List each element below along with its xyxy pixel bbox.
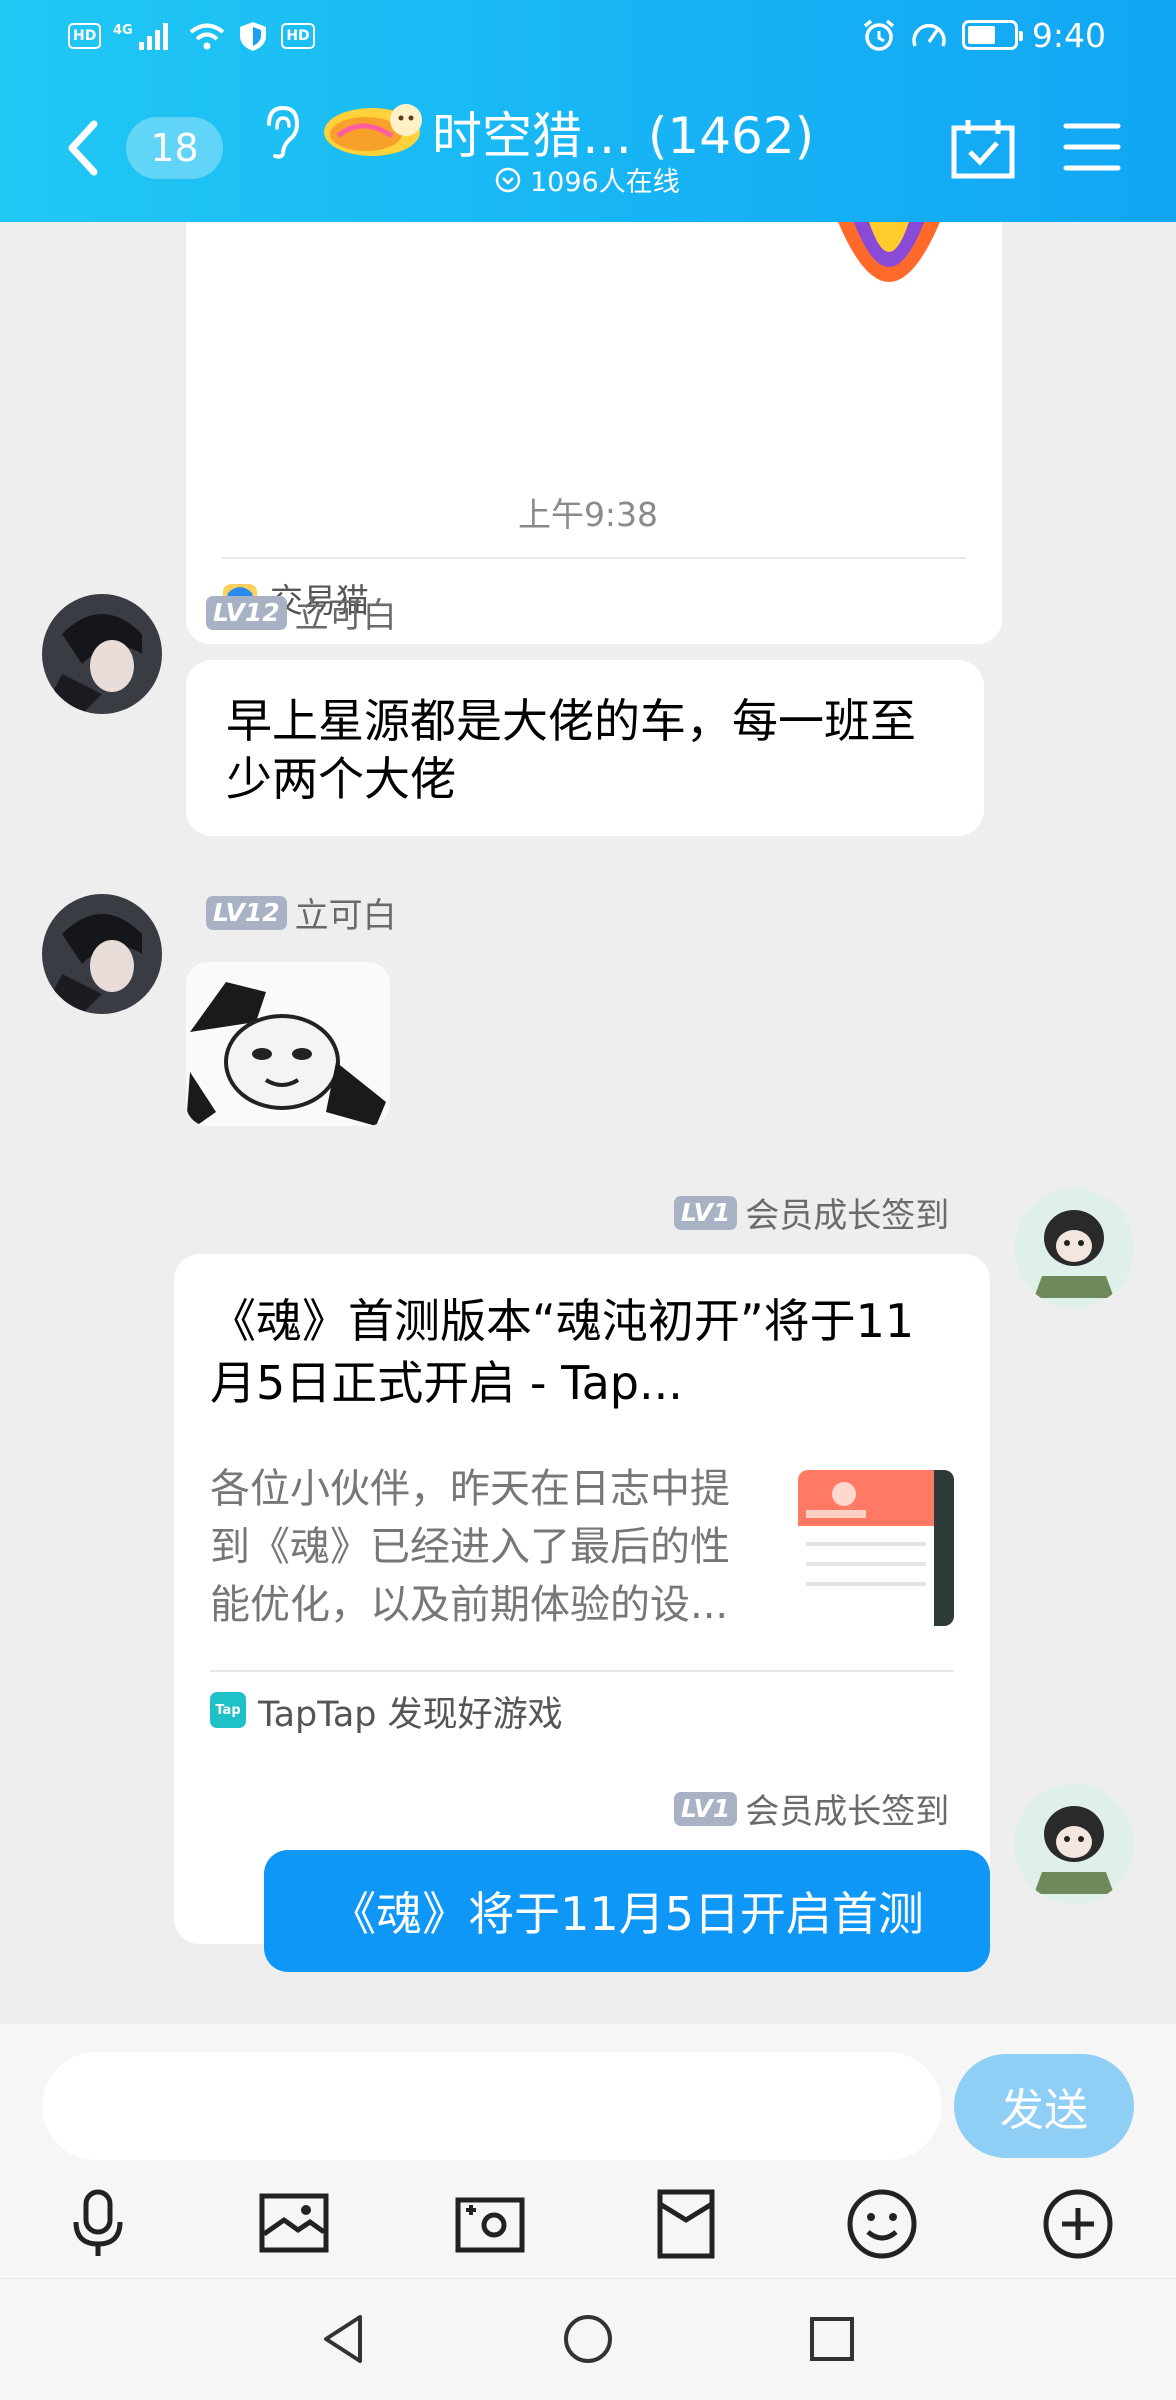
online-status[interactable]: 1096人在线 — [494, 160, 680, 199]
avatar-image — [1014, 1188, 1134, 1308]
battery-icon — [961, 20, 1023, 50]
avatar[interactable] — [42, 894, 162, 1014]
level-badge: LV12 — [206, 895, 287, 930]
chat-messages[interactable]: 交易猫 上午9:38 LV12 立可白 早上星源都是大佬的车，每一班至少两个大佬… — [0, 222, 1176, 2024]
level-badge: LV12 — [206, 595, 287, 630]
calendar-check-icon[interactable] — [950, 118, 1016, 180]
self-message-bubble[interactable]: 《魂》将于11月5日开启首测 — [264, 1850, 990, 1972]
nav-home-icon[interactable] — [558, 2309, 618, 2369]
link-source-label: TapTap 发现好游戏 — [258, 1695, 563, 1735]
image-icon[interactable] — [254, 2184, 334, 2264]
app-badge: HD — [281, 23, 315, 49]
link-description: 各位小伙伴，昨天在日志中提到《魂》已经进入了最后的性能优化，以及前期体验的设..… — [210, 1466, 730, 1628]
sender-info: LV12 立可白 — [206, 588, 397, 637]
status-time: 9:40 — [1031, 15, 1106, 55]
thumbnail-image — [798, 1470, 954, 1626]
avatar-image — [42, 894, 162, 1014]
signal-icon: 4G — [113, 23, 169, 50]
status-right: 9:40 — [862, 15, 1106, 55]
time-divider: 上午9:38 — [517, 495, 659, 534]
mic-icon[interactable] — [58, 2184, 138, 2264]
hd-badge: HD — [68, 23, 102, 49]
camera-icon[interactable] — [450, 2184, 530, 2264]
ear-icon[interactable] — [261, 104, 301, 160]
message-bubble[interactable]: 早上星源都是大佬的车，每一班至少两个大佬 — [186, 660, 984, 836]
status-bar: HD 4G HD 9:40 — [0, 0, 1176, 70]
sender-name[interactable]: 会员成长签到 — [745, 1188, 949, 1237]
level-badge: LV1 — [674, 1195, 738, 1230]
shared-card-trade-cat[interactable]: 交易猫 — [186, 222, 1002, 644]
avatar-image — [1014, 1784, 1134, 1904]
sender-name[interactable]: 立可白 — [295, 588, 397, 637]
avatar[interactable] — [1014, 1784, 1134, 1904]
avatar[interactable] — [42, 594, 162, 714]
sender-name[interactable]: 立可白 — [295, 888, 397, 937]
plus-icon[interactable] — [1038, 2184, 1118, 2264]
nav-recents-icon[interactable] — [802, 2309, 862, 2369]
send-button[interactable]: 发送 — [954, 2054, 1134, 2158]
group-avatar-logo — [324, 104, 422, 156]
shield-icon — [240, 22, 267, 51]
sender-info: LV1 会员成长签到 — [674, 1784, 949, 1833]
back-icon[interactable] — [60, 118, 110, 178]
unread-count-badge[interactable]: 18 — [126, 117, 223, 179]
link-title: 《魂》首测版本“魂沌初开”将于11月5日正式开启 - Tap... — [210, 1294, 915, 1410]
system-navigation-bar — [0, 2278, 1176, 2400]
speed-gauge-icon — [912, 23, 946, 47]
taptap-icon: Tap — [210, 1692, 246, 1728]
sender-name[interactable]: 会员成长签到 — [745, 1784, 949, 1833]
red-packet-icon[interactable] — [646, 2184, 726, 2264]
input-toolbar — [0, 2184, 1176, 2270]
network-type-label: 4G — [113, 23, 133, 38]
link-thumbnail — [798, 1470, 954, 1626]
wifi-icon — [190, 23, 225, 50]
input-bar: 发送 — [0, 2024, 1176, 2278]
link-share-card[interactable]: 《魂》首测版本“魂沌初开”将于11月5日正式开启 - Tap... 各位小伙伴，… — [174, 1254, 990, 1944]
card-divider — [222, 557, 966, 559]
avatar[interactable] — [1014, 1188, 1134, 1308]
alarm-icon — [863, 19, 895, 51]
card-divider — [210, 1670, 954, 1672]
sender-info: LV1 会员成长签到 — [674, 1188, 949, 1237]
group-title[interactable]: 时空猎… (1462) — [432, 96, 814, 168]
message-input[interactable] — [42, 2052, 942, 2160]
level-badge: LV1 — [674, 1791, 738, 1826]
nav-back-triangle-icon[interactable] — [314, 2309, 374, 2369]
emoji-icon[interactable] — [842, 2184, 922, 2264]
chat-header: HD 4G HD 9:40 18 时空猎… (1462) 1096人在线 — [0, 0, 1176, 222]
avatar-image — [42, 594, 162, 714]
sticker-image[interactable] — [186, 962, 390, 1126]
card-thumbnail — [838, 222, 940, 282]
status-left: HD 4G HD — [68, 20, 315, 52]
panda-meme-sticker — [186, 962, 390, 1126]
menu-icon[interactable] — [1062, 120, 1122, 174]
online-count: 1096人在线 — [530, 167, 680, 198]
sender-info: LV12 立可白 — [206, 888, 397, 937]
online-check-icon — [495, 167, 521, 192]
